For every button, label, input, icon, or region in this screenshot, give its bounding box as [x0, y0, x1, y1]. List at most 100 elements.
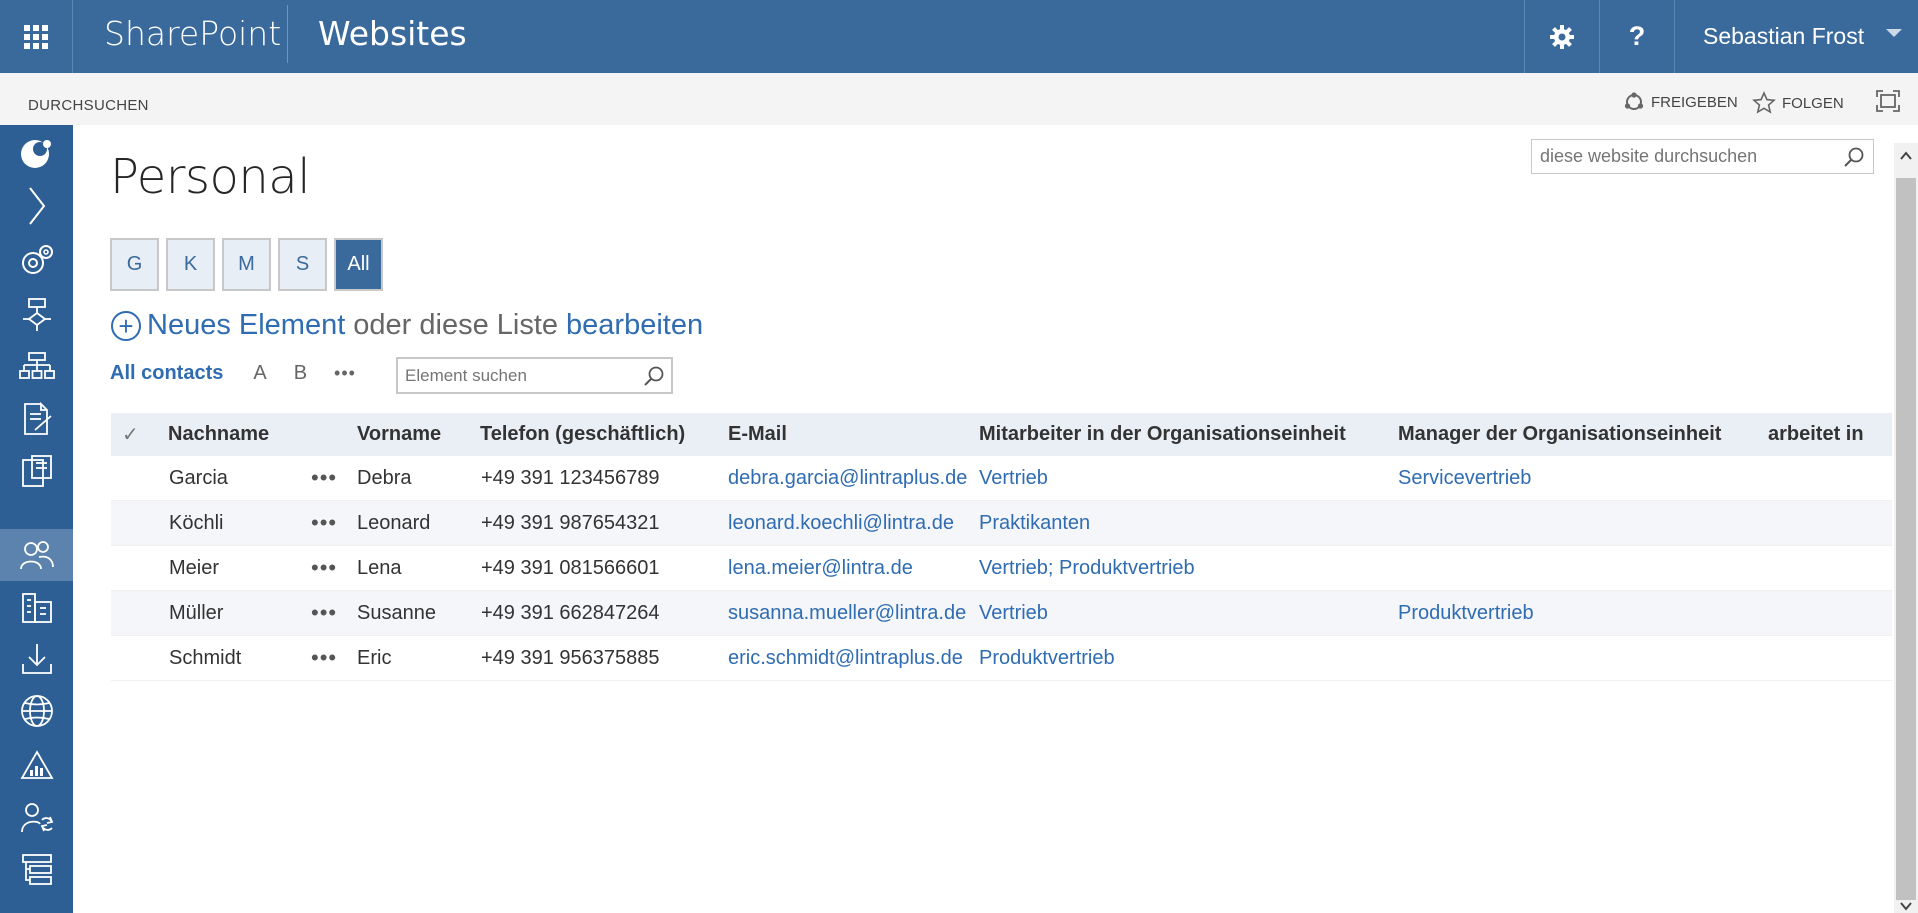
filter-button-m[interactable]: M [222, 238, 271, 291]
cell-firstname: Leonard [357, 511, 431, 534]
building-icon [21, 593, 52, 623]
cell-lastname[interactable]: Köchli [169, 501, 223, 545]
row-menu-icon[interactable]: ••• [311, 456, 337, 500]
scroll-down-icon[interactable] [1899, 899, 1913, 913]
row-menu-icon[interactable]: ••• [311, 636, 337, 680]
person-sync-icon [20, 803, 53, 833]
table-row[interactable]: Meier ••• Lena +49 391 081566601 lena.me… [111, 546, 1892, 591]
new-item-link[interactable]: Neues Element [147, 309, 345, 342]
site-search-input[interactable] [1532, 140, 1832, 173]
analytics-icon [19, 750, 54, 779]
table-header: ✓ Nachname Vorname Telefon (geschäftlich… [111, 413, 1892, 456]
cell-firstname: Debra [357, 466, 412, 489]
column-header-works-in[interactable]: arbeitet in [1768, 413, 1864, 456]
search-icon[interactable] [1843, 146, 1865, 168]
filter-button-k[interactable]: K [166, 238, 215, 291]
focus-icon [1876, 90, 1900, 112]
nav-device[interactable] [0, 445, 73, 497]
table-row[interactable]: Schmidt ••• Eric +49 391 956375885 eric.… [111, 636, 1892, 681]
nav-person-sync[interactable] [0, 791, 73, 843]
cell-lastname[interactable]: Garcia [169, 456, 228, 500]
focus-mode-button[interactable] [1876, 90, 1900, 112]
column-header-firstname[interactable]: Vorname [357, 413, 441, 456]
column-header-lastname[interactable]: Nachname [168, 413, 269, 456]
column-header-member[interactable]: Mitarbeiter in der Organisationseinheit [979, 413, 1346, 456]
nav-download[interactable] [0, 633, 73, 685]
ribbon: DURCHSUCHEN FREIGEBEN FOLGEN [0, 73, 1918, 125]
row-menu-icon[interactable]: ••• [311, 501, 337, 545]
nav-document[interactable] [0, 393, 73, 445]
star-icon [1752, 91, 1776, 114]
nav-building[interactable] [0, 581, 73, 633]
view-all-contacts[interactable]: All contacts [110, 362, 223, 385]
cell-lastname[interactable]: Schmidt [169, 636, 241, 680]
nav-globe[interactable] [0, 685, 73, 737]
nav-logo[interactable] [0, 127, 73, 179]
row-menu-icon[interactable]: ••• [311, 591, 337, 635]
view-b[interactable]: B [294, 362, 307, 385]
suite-bar: SharePoint Websites ? Sebastian Frost [0, 0, 1918, 73]
brand-title[interactable]: SharePoint [104, 14, 281, 53]
ribbon-tab-browse[interactable]: DURCHSUCHEN [28, 97, 149, 114]
cell-phone: +49 391 081566601 [481, 556, 660, 579]
select-all-checkmark-icon[interactable]: ✓ [122, 413, 139, 456]
cell-email[interactable]: eric.schmidt@lintraplus.de [728, 636, 963, 680]
cell-manager[interactable]: Servicevertrieb [1398, 456, 1531, 500]
cell-member[interactable]: Vertrieb [979, 591, 1048, 635]
filter-button-all[interactable]: All [334, 238, 383, 291]
cell-phone: +49 391 662847264 [481, 601, 660, 624]
nav-people[interactable] [0, 529, 73, 581]
globe-icon [20, 695, 53, 727]
site-search-box[interactable] [1531, 139, 1874, 174]
share-button[interactable]: FREIGEBEN [1623, 91, 1738, 113]
nav-settings[interactable] [0, 235, 73, 287]
filter-button-g[interactable]: G [110, 238, 159, 291]
search-icon[interactable] [643, 365, 665, 387]
chevron-down-icon [1886, 29, 1902, 37]
nav-analytics[interactable] [0, 739, 73, 791]
cell-email[interactable]: leonard.koechli@lintra.de [728, 501, 954, 545]
cell-member[interactable]: Praktikanten [979, 501, 1090, 545]
column-header-phone[interactable]: Telefon (geschäftlich) [480, 413, 685, 456]
filter-button-s[interactable]: S [278, 238, 327, 291]
follow-button[interactable]: FOLGEN [1752, 91, 1844, 115]
scrollbar-thumb[interactable] [1896, 178, 1916, 900]
table-row[interactable]: Köchli ••• Leonard +49 391 987654321 leo… [111, 501, 1892, 546]
nav-workflow[interactable] [0, 289, 73, 341]
cell-manager[interactable]: Produktvertrieb [1398, 591, 1534, 635]
nav-list[interactable] [0, 843, 73, 895]
cell-phone: +49 391 123456789 [481, 466, 660, 489]
settings-button[interactable] [1524, 0, 1599, 73]
site-title[interactable]: Websites [318, 14, 467, 53]
user-menu[interactable]: Sebastian Frost [1674, 0, 1918, 73]
nav-expand[interactable] [0, 180, 73, 232]
cell-lastname[interactable]: Müller [169, 591, 223, 635]
column-header-email[interactable]: E-Mail [728, 413, 787, 456]
cell-email[interactable]: debra.garcia@lintraplus.de [728, 456, 967, 500]
edit-list-link[interactable]: bearbeiten [566, 309, 703, 342]
view-a[interactable]: A [253, 362, 266, 385]
cell-email[interactable]: susanna.mueller@lintra.de [728, 591, 966, 635]
gears-icon [21, 245, 53, 274]
add-icon[interactable]: + [111, 310, 141, 341]
column-header-manager[interactable]: Manager der Organisationseinheit [1398, 413, 1721, 456]
scroll-up-icon[interactable] [1899, 149, 1913, 163]
cell-phone: +49 391 956375885 [481, 646, 660, 669]
cell-member[interactable]: Vertrieb; Produktvertrieb [979, 546, 1195, 590]
more-views-icon[interactable]: ••• [334, 363, 356, 384]
cell-member[interactable]: Vertrieb [979, 456, 1048, 500]
document-edit-icon [23, 402, 52, 435]
help-button[interactable]: ? [1599, 0, 1674, 73]
list-search-input[interactable] [398, 359, 633, 392]
share-label: FREIGEBEN [1651, 93, 1738, 111]
row-menu-icon[interactable]: ••• [311, 546, 337, 590]
app-launcher-button[interactable] [0, 0, 73, 73]
nav-org[interactable] [0, 341, 73, 393]
list-search-box[interactable] [396, 357, 673, 394]
cell-lastname[interactable]: Meier [169, 546, 219, 590]
cell-email[interactable]: lena.meier@lintra.de [728, 546, 913, 590]
table-row[interactable]: Müller ••• Susanne +49 391 662847264 sus… [111, 591, 1892, 636]
vertical-scrollbar[interactable] [1894, 143, 1918, 913]
cell-member[interactable]: Produktvertrieb [979, 636, 1115, 680]
table-row[interactable]: Garcia ••• Debra +49 391 123456789 debra… [111, 456, 1892, 501]
